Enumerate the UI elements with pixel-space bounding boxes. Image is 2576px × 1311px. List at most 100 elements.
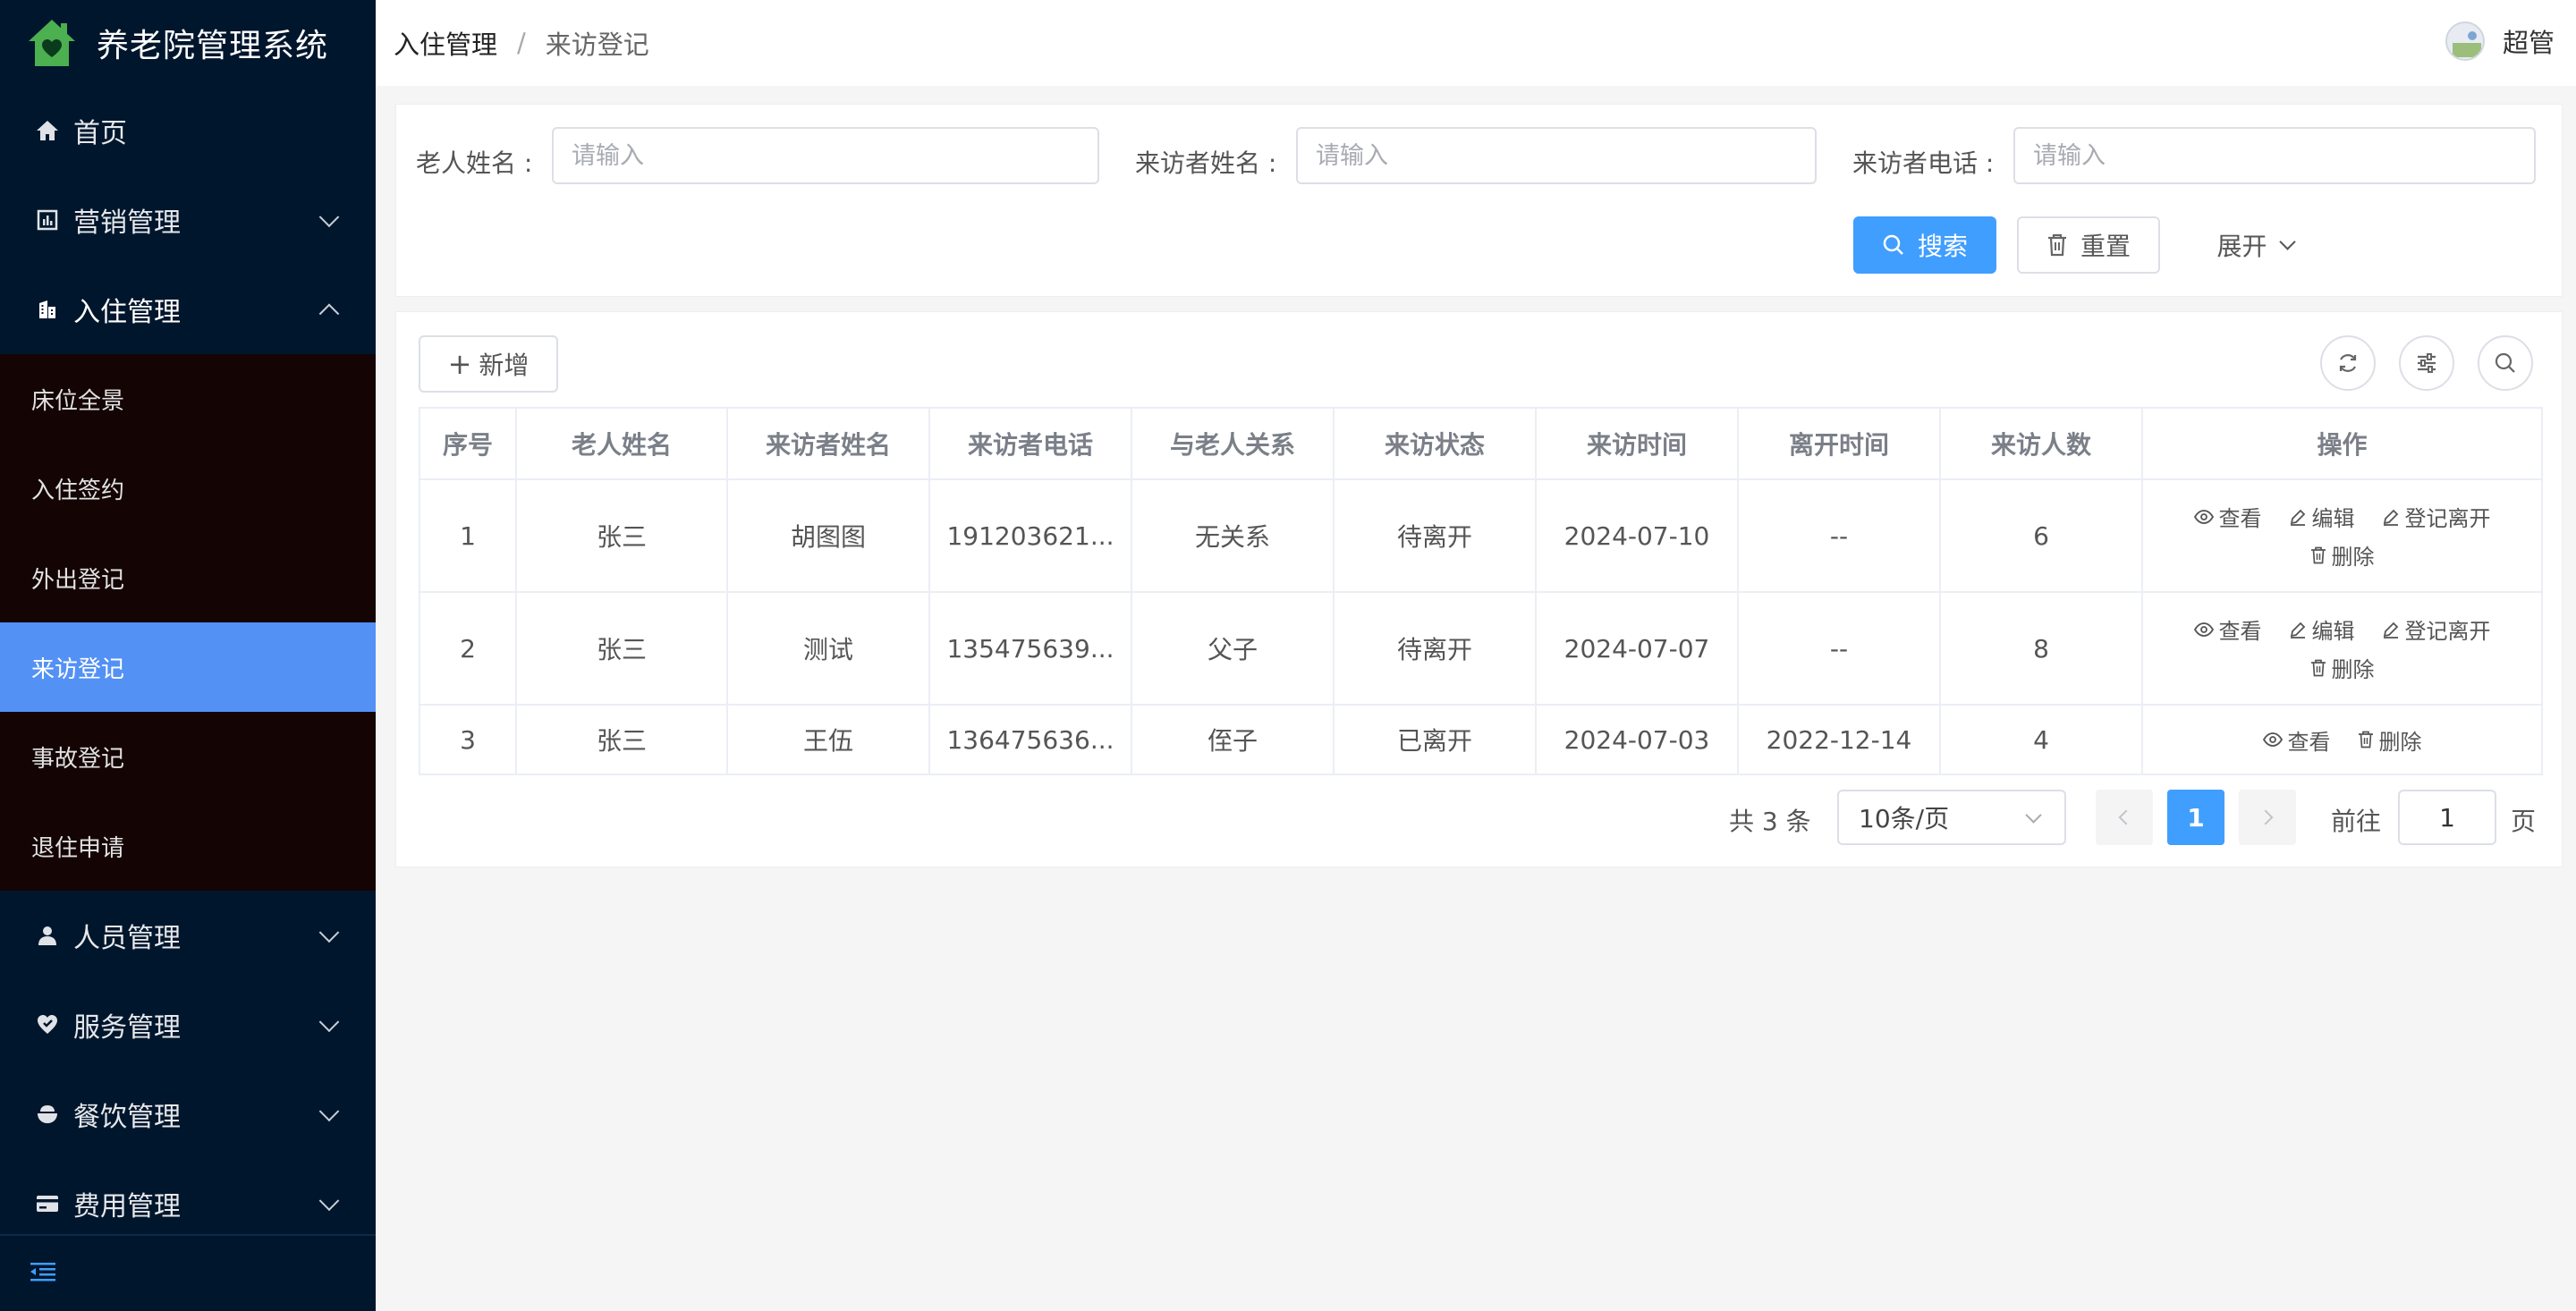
building-icon xyxy=(34,296,61,323)
refresh-button[interactable] xyxy=(2320,335,2376,391)
submenu-item-visit-register[interactable]: 来访登记 xyxy=(0,622,376,712)
sidebar-item-label: 人员管理 xyxy=(73,923,181,954)
pagination-total: 共 3 条 xyxy=(1729,807,1811,836)
view-action-label: 查看 xyxy=(2218,619,2262,644)
cell-visitor-phone: 136475636... xyxy=(928,704,1132,775)
cell-visit-time: 2024-07-07 xyxy=(1535,591,1739,706)
cell-visitor-name: 胡图图 xyxy=(726,478,930,593)
cell-status: 待离开 xyxy=(1333,478,1537,593)
chevron-down-icon xyxy=(318,207,340,228)
breadcrumb-item-parent[interactable]: 入住管理 xyxy=(394,24,497,62)
visitor-name-input[interactable] xyxy=(1296,127,1817,184)
cell-visitor-name: 测试 xyxy=(726,591,930,706)
submenu-item-outing-register[interactable]: 外出登记 xyxy=(0,533,376,622)
home-icon xyxy=(34,117,61,144)
user-menu[interactable]: 超管 xyxy=(2445,21,2555,61)
toggle-search-button[interactable] xyxy=(2478,335,2533,391)
delete-action[interactable]: 删除 xyxy=(2310,539,2375,571)
sidebar-collapse-button[interactable] xyxy=(0,1234,376,1311)
page-size-select[interactable]: 10条/页 xyxy=(1837,790,2066,845)
cell-leave-time: -- xyxy=(1737,478,1941,593)
app-title: 养老院管理系统 xyxy=(97,28,329,64)
cell-visit-time: 2024-07-03 xyxy=(1535,704,1739,775)
sidebar-item-marketing[interactable]: 营销管理 xyxy=(0,175,376,265)
edit-icon xyxy=(2383,509,2398,526)
visit-table: 序号 老人姓名 来访者姓名 来访者电话 与老人关系 来访状态 来访时间 离开时间… xyxy=(419,407,2543,775)
add-button[interactable]: + 新增 xyxy=(419,335,558,393)
edit-action[interactable]: 编辑 xyxy=(2289,501,2355,532)
heart-hand-icon xyxy=(34,1011,61,1038)
chevron-left-icon xyxy=(2118,809,2134,825)
sidebar-item-staff[interactable]: 人员管理 xyxy=(0,891,376,980)
refresh-icon xyxy=(2339,354,2357,372)
edit-icon xyxy=(2290,509,2305,526)
view-action-label: 查看 xyxy=(2218,506,2262,531)
goto-page-input[interactable] xyxy=(2398,790,2496,845)
page-number-button[interactable]: 1 xyxy=(2167,790,2224,845)
sidebar-item-checkin[interactable]: 入住管理 xyxy=(0,265,376,354)
register-leave-action[interactable]: 登记离开 xyxy=(2382,613,2491,645)
delete-action-label: 删除 xyxy=(2331,657,2375,682)
breadcrumb: 入住管理 / 来访登记 xyxy=(394,24,649,62)
submenu-item-bed-overview[interactable]: 床位全景 xyxy=(0,354,376,444)
elder-name-input[interactable] xyxy=(552,127,1099,184)
view-action[interactable]: 查看 xyxy=(2262,724,2331,756)
reset-button[interactable]: 重置 xyxy=(2017,216,2160,274)
edit-action-label: 编辑 xyxy=(2311,506,2355,531)
sidebar-item-label: 餐饮管理 xyxy=(73,1102,181,1133)
chevron-up-icon xyxy=(318,303,340,325)
delete-action-label: 删除 xyxy=(2378,729,2422,755)
column-header: 序号 xyxy=(419,407,517,480)
view-action[interactable]: 查看 xyxy=(2193,501,2262,532)
search-button[interactable]: 搜索 xyxy=(1853,216,1996,274)
table-row: 2 张三 测试 135475639... 父子 待离开 2024-07-07 -… xyxy=(419,591,2543,706)
cell-visitor-phone: 191203621... xyxy=(928,478,1132,593)
submenu-item-accident-register[interactable]: 事故登记 xyxy=(0,712,376,801)
sidebar-item-label: 费用管理 xyxy=(73,1191,181,1222)
cell-elder-name: 张三 xyxy=(515,704,728,775)
submenu-item-label: 事故登记 xyxy=(31,745,125,773)
column-header: 离开时间 xyxy=(1737,407,1941,480)
prev-page-button[interactable] xyxy=(2096,790,2153,845)
chevron-down-icon xyxy=(2025,807,2042,824)
expand-toggle[interactable]: 展开 xyxy=(2183,216,2326,274)
chevron-down-icon xyxy=(318,1190,340,1212)
goto-label: 前往 xyxy=(2331,807,2382,836)
column-settings-button[interactable] xyxy=(2399,335,2454,391)
sidebar-item-catering[interactable]: 餐饮管理 xyxy=(0,1070,376,1159)
sidebar-item-label: 入住管理 xyxy=(73,297,181,328)
cell-visitor-phone: 135475639... xyxy=(928,591,1132,706)
register-leave-action-label: 登记离开 xyxy=(2404,506,2491,531)
submenu-item-checkout-apply[interactable]: 退住申请 xyxy=(0,801,376,891)
visitor-phone-input[interactable] xyxy=(2013,127,2536,184)
register-leave-action[interactable]: 登记离开 xyxy=(2382,501,2491,532)
chevron-down-icon xyxy=(2278,233,2296,250)
cell-actions: 查看 删除 xyxy=(2141,704,2543,775)
edit-action[interactable]: 编辑 xyxy=(2289,613,2355,645)
checkin-submenu: 床位全景 入住签约 外出登记 来访登记 事故登记 退住申请 xyxy=(0,354,376,891)
menu-fold-icon xyxy=(30,1261,55,1286)
view-action[interactable]: 查看 xyxy=(2193,613,2262,645)
chevron-down-icon xyxy=(318,1101,340,1122)
visitor-name-label: 来访者姓名 : xyxy=(1135,148,1277,178)
cell-relation: 无关系 xyxy=(1131,478,1335,593)
sidebar-item-label: 首页 xyxy=(73,118,127,149)
sidebar-item-home[interactable]: 首页 xyxy=(0,86,376,175)
elder-name-label: 老人姓名 : xyxy=(416,148,533,178)
delete-action[interactable]: 删除 xyxy=(2310,652,2375,683)
sidebar-item-service[interactable]: 服务管理 xyxy=(0,980,376,1070)
submenu-item-label: 入住签约 xyxy=(31,477,125,504)
cell-actions: 查看 编辑 登记离开 删除 xyxy=(2141,478,2543,593)
search-icon xyxy=(1883,234,1903,255)
visit-table-card: + 新增 序号 老人姓名 来访者姓名 来访者电话 与老人关系 来访状态 来访时间… xyxy=(395,311,2563,867)
submenu-item-checkin-contract[interactable]: 入住签约 xyxy=(0,444,376,533)
edit-icon xyxy=(2290,622,2305,639)
next-page-button[interactable] xyxy=(2239,790,2296,845)
delete-action[interactable]: 删除 xyxy=(2358,724,2422,756)
column-header: 操作 xyxy=(2141,407,2543,480)
cell-index: 3 xyxy=(419,704,517,775)
column-header: 来访人数 xyxy=(1939,407,2143,480)
eye-icon xyxy=(2193,622,2214,637)
view-action-label: 查看 xyxy=(2287,729,2331,755)
submenu-item-label: 外出登记 xyxy=(31,566,125,594)
